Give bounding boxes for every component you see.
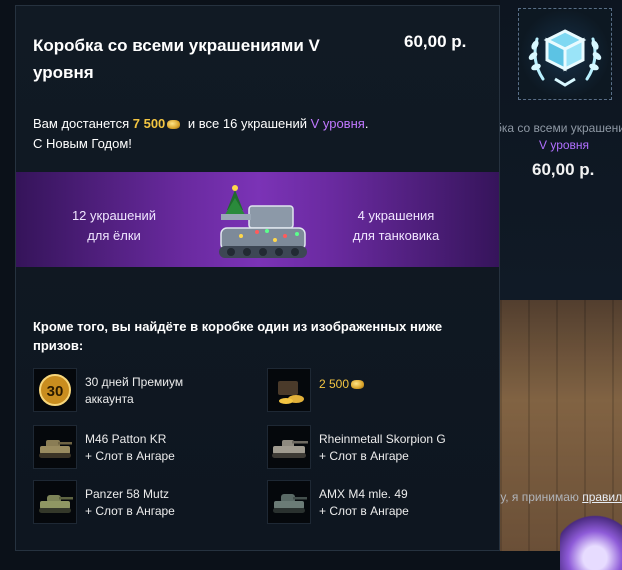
tooltip-price: 60,00 р. [404,32,467,51]
xmas-tank-icon [219,185,307,258]
laurel-cube-icon [528,29,602,87]
prize-item: Rheinmetall Skorpion G + Слот в Ангаре [267,425,497,469]
gold-amount: 7 500 [132,116,166,131]
rules-link[interactable]: правила [582,490,622,504]
desc-part3: . [364,116,369,131]
tree-decorations-target: для ёлки [87,228,141,243]
product-price: 60,00 р. [532,160,595,179]
prize-name: AMX M4 mle. 49 [319,487,408,501]
prize-label: M46 Patton KR + Слот в Ангаре [85,431,265,465]
prize-item: Panzer 58 Mutz + Слот в Ангаре [33,480,253,524]
tooltip-description: Вам достанется 7 500 и все 16 украшений … [33,114,453,154]
tree-decorations-label: 12 украшений для ёлки [54,206,174,246]
gold-coin-icon [167,120,181,130]
desc-part1: Вам достанется [33,116,133,131]
prize-item: 30 30 дней Премиум аккаунта [33,368,253,412]
tanker-decorations-label: 4 украшения для танковика [336,206,456,246]
gold-coin-icon [351,380,365,390]
prize-label: 2 500 [319,376,499,393]
tank-m46-icon [33,425,77,469]
prize-detail: аккаунта [85,392,134,406]
prize-detail: + Слот в Ангаре [319,449,409,463]
prize-detail: + Слот в Ангаре [85,504,175,518]
extra-prizes-text: Кроме того, вы найдёте в коробке один из… [33,319,443,353]
ribbon-image [560,510,622,570]
prize-detail: + Слот в Ангаре [85,449,175,463]
svg-text:30: 30 [47,383,64,400]
tree-decorations-count: 12 украшений [71,208,157,223]
prize-detail: + Слот в Ангаре [319,504,409,518]
gold-chest-icon [267,368,311,412]
premium-30-icon: 30 [33,368,77,412]
prize-name: 2 500 [319,377,350,391]
prize-label: Panzer 58 Mutz + Слот в Ангаре [85,486,265,520]
prize-item: M46 Patton KR + Слот в Ангаре [33,425,253,469]
tooltip-title: Коробка со всеми украшениями V уровня [33,36,320,82]
prize-item: AMX M4 mle. 49 + Слот в Ангаре [267,480,487,524]
prize-item: 2 500 [267,368,487,412]
tank-amx-icon [267,480,311,524]
tank-panzer58-icon [33,480,77,524]
tank-skorpion-icon [267,425,311,469]
prize-name: Rheinmetall Skorpion G [319,432,446,446]
tanker-decorations-count: 4 украшения [357,208,435,223]
prize-name: Panzer 58 Mutz [85,487,170,501]
product-card-icon[interactable] [518,8,612,100]
prize-name: M46 Patton KR [85,432,167,446]
tanker-decorations-target: для танковика [352,228,440,243]
level-label: V уровня [310,116,365,131]
prize-name: 30 дней Премиум [85,375,184,389]
product-level: V уровня [539,138,590,152]
product-tooltip: Коробка со всеми украшениями V уровня 60… [15,5,500,551]
prize-label: 30 дней Премиум аккаунта [85,374,265,408]
greeting: С Новым Годом! [33,136,132,151]
desc-part2: и все 16 украшений [184,116,311,131]
prize-label: AMX M4 mle. 49 + Слот в Ангаре [319,486,499,520]
prize-label: Rheinmetall Skorpion G + Слот в Ангаре [319,431,499,465]
